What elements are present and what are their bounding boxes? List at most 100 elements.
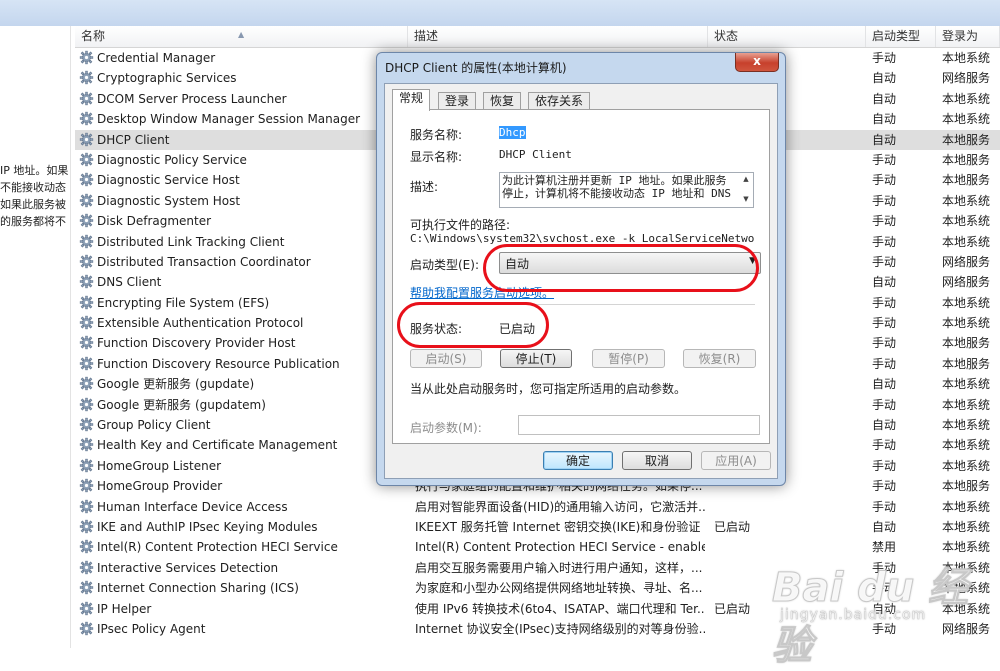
column-header-startup-type[interactable]: 启动类型: [866, 26, 936, 47]
service-logon-as: 网络服务: [942, 254, 991, 269]
service-logon-as: 本地系统: [942, 499, 991, 514]
service-gear-icon: [79, 335, 94, 350]
service-gear-icon: [79, 234, 94, 249]
service-logon-as: 本地服务: [942, 336, 991, 351]
display-name-value[interactable]: DHCP Client: [499, 148, 572, 161]
service-name: Distributed Link Tracking Client: [79, 232, 409, 252]
apply-button[interactable]: 应用(A): [701, 451, 771, 470]
service-gear-icon: [79, 458, 94, 473]
service-gear-icon: [79, 111, 94, 126]
baidu-watermark: Bai du 经验 jingyan.baidu.com: [770, 555, 1000, 670]
service-logon-as: 本地系统: [942, 458, 991, 473]
table-row[interactable]: IKE and AuthIP IPsec Keying Modules IKEEX…: [75, 517, 1000, 537]
service-name: Encrypting File System (EFS): [79, 293, 409, 313]
service-gear-icon: [79, 172, 94, 187]
service-startup-type: 自动: [872, 418, 897, 433]
service-status: 已启动: [714, 519, 751, 534]
description-label: 描述:: [410, 180, 439, 194]
column-header-status[interactable]: 状态: [708, 26, 866, 47]
service-startup-type: 手动: [872, 152, 897, 167]
description-field[interactable]: 为此计算机注册并更新 IP 地址。如果此服务停止，计算机将不能接收动态 IP 地…: [499, 172, 754, 208]
service-name: Extensible Authentication Protocol: [79, 313, 409, 333]
service-logon-as: 本地系统: [942, 519, 991, 534]
service-startup-type: 手动: [872, 51, 897, 65]
service-name: Diagnostic Service Host: [79, 170, 409, 190]
service-description: 为家庭和小型办公网络提供网络地址转换、寻址、名...: [415, 581, 703, 596]
service-logon-as: 本地系统: [942, 193, 991, 208]
cancel-button[interactable]: 取消: [622, 451, 692, 470]
service-gear-icon: [79, 417, 94, 432]
service-description-pane: IP 地址。如果 不能接收动态 如果此服务被 的服务都将不: [0, 26, 71, 648]
service-logon-as: 网络服务: [942, 275, 991, 290]
startup-type-highlight: [483, 244, 759, 292]
sort-ascending-icon: ▲: [238, 30, 245, 39]
service-name: Distributed Transaction Coordinator: [79, 252, 409, 272]
service-name-value[interactable]: Dhcp: [499, 126, 526, 139]
tab-general[interactable]: 常规: [392, 89, 431, 111]
description-text: 为此计算机注册并更新 IP 地址。如果此服务停止，计算机将不能接收动态 IP 地…: [502, 174, 731, 200]
window-top-band: [0, 0, 1000, 26]
service-description: Intel(R) Content Protection HECI Service…: [415, 540, 705, 555]
service-logon-as: 本地服务: [942, 152, 991, 167]
service-gear-icon: [79, 152, 94, 167]
service-gear-icon: [79, 601, 94, 616]
service-gear-icon: [79, 580, 94, 595]
selected-service-description: IP 地址。如果 不能接收动态 如果此服务被 的服务都将不: [0, 164, 69, 228]
column-header-logon-as[interactable]: 登录为: [936, 26, 1000, 47]
column-header-name[interactable]: 名称 ▲: [75, 26, 408, 47]
start-params-input[interactable]: [518, 415, 760, 435]
service-gear-icon: [79, 397, 94, 412]
service-startup-type: 自动: [872, 275, 897, 290]
service-startup-type: 手动: [872, 499, 897, 514]
service-name: Credential Manager: [79, 48, 409, 68]
service-gear-icon: [79, 254, 94, 269]
service-logon-as: 本地系统: [942, 438, 991, 453]
service-gear-icon: [79, 295, 94, 310]
exe-path-label: 可执行文件的路径:: [410, 218, 511, 232]
close-button[interactable]: x: [735, 53, 779, 72]
service-name: Diagnostic Policy Service: [79, 150, 409, 170]
service-logon-as: 本地服务: [942, 132, 991, 147]
service-logon-as: 本地系统: [942, 91, 991, 106]
service-gear-icon: [79, 560, 94, 575]
startup-type-label: 启动类型(E):: [410, 258, 479, 272]
start-button[interactable]: 启动(S): [410, 349, 482, 368]
scroll-down-icon[interactable]: ▼: [740, 195, 752, 205]
tab-recovery[interactable]: 恢复: [483, 92, 522, 110]
service-name: Disk Defragmenter: [79, 211, 409, 231]
service-description: 启用对智能界面设备(HID)的通用输入访问，它激活并...: [415, 499, 705, 514]
start-params-label: 启动参数(M):: [410, 421, 482, 435]
list-header: 名称 ▲ 描述 状态 启动类型 登录为: [75, 26, 1000, 48]
service-startup-type: 手动: [872, 336, 897, 351]
service-name: IKE and AuthIP IPsec Keying Modules: [79, 517, 409, 537]
scroll-up-icon[interactable]: ▲: [740, 175, 752, 185]
service-name: Human Interface Device Access: [79, 497, 409, 517]
tab-dependencies[interactable]: 依存关系: [528, 92, 591, 110]
tab-logon[interactable]: 登录: [438, 92, 477, 110]
service-logon-as: 本地系统: [942, 316, 991, 331]
stop-button[interactable]: 停止(T): [500, 349, 572, 368]
service-gear-icon: [79, 193, 94, 208]
service-startup-type: 自动: [872, 71, 897, 86]
column-header-description[interactable]: 描述: [408, 26, 708, 47]
service-description: Internet 协议安全(IPsec)支持网络级别的对等身份验...: [415, 621, 705, 636]
watermark-url: jingyan.baidu.com: [780, 607, 927, 624]
dialog-title: DHCP Client 的属性(本地计算机): [385, 61, 567, 75]
service-status-highlight: [397, 302, 549, 348]
service-name: Google 更新服务 (gupdatem): [79, 395, 409, 415]
ok-button[interactable]: 确定: [543, 451, 613, 470]
service-name: Health Key and Certificate Management: [79, 435, 409, 455]
dialog-body: 常规 登录 恢复 依存关系 服务名称: Dhcp 显示名称: DHCP Clie…: [384, 83, 778, 479]
service-name: Function Discovery Resource Publication: [79, 354, 409, 374]
service-startup-type: 自动: [872, 112, 897, 127]
service-logon-as: 网络服务: [942, 71, 991, 86]
service-gear-icon: [79, 213, 94, 228]
service-gear-icon: [79, 621, 94, 636]
resume-button[interactable]: 恢复(R): [683, 349, 756, 368]
pause-button[interactable]: 暂停(P): [592, 349, 665, 368]
service-logon-as: 本地系统: [942, 295, 991, 310]
table-row[interactable]: Human Interface Device Access 启用对智能界面设备(H…: [75, 497, 1000, 517]
service-name: DNS Client: [79, 272, 409, 292]
service-name: Group Policy Client: [79, 415, 409, 435]
service-logon-as: 本地系统: [942, 397, 991, 412]
